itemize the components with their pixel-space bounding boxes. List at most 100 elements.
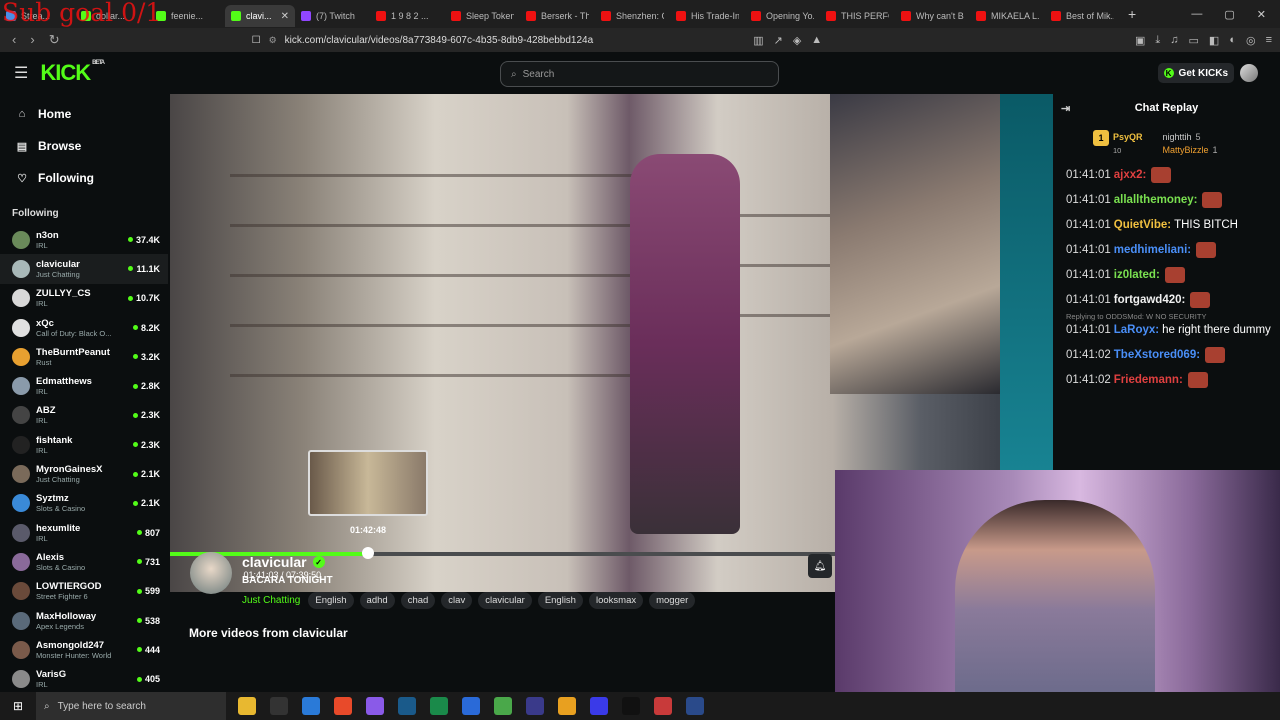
browser-tab[interactable]: Shenzhen: C... — [595, 5, 670, 27]
followed-channel[interactable]: n3on IRL 37.4K — [0, 225, 168, 254]
brave-shield-icon[interactable]: ◈ — [793, 34, 801, 47]
taskbar-search[interactable]: ⌕ Type here to search — [36, 692, 226, 720]
leaderboard-user[interactable]: nighttih — [1163, 132, 1192, 142]
stream-tag[interactable]: English — [537, 592, 583, 609]
windows-start-icon[interactable]: ⊞ — [0, 699, 36, 713]
back-icon[interactable]: ‹ — [12, 32, 16, 48]
category-link[interactable]: Just Chatting — [242, 595, 300, 606]
chat-username[interactable]: ajxx2: — [1114, 169, 1147, 181]
forward-icon[interactable]: › — [30, 32, 34, 48]
wallet-icon[interactable]: ◐ — [1229, 34, 1236, 47]
download-icon[interactable]: ⤓ — [1155, 34, 1160, 47]
stream-tag[interactable]: clavicular — [478, 592, 532, 609]
chat-username[interactable]: medhimeliani: — [1114, 244, 1191, 256]
browser-tab[interactable]: Sleep Token — [445, 5, 520, 27]
chat-username[interactable]: fortgawd420: — [1114, 294, 1186, 306]
followed-channel[interactable]: LOWTIERGOD Street Fighter 6 599 — [0, 577, 168, 606]
channel-name[interactable]: clavicular — [242, 554, 307, 570]
kick-logo[interactable]: KICK BETA — [40, 60, 105, 86]
chat-username[interactable]: iz0lated: — [1114, 269, 1160, 281]
close-window-icon[interactable]: ✕ — [1257, 8, 1266, 21]
followed-channel[interactable]: hexumlite IRL 807 — [0, 518, 168, 547]
collapse-chat-icon[interactable]: ⇥ — [1061, 102, 1070, 115]
user-avatar[interactable] — [1240, 64, 1258, 82]
browser-tab[interactable]: 1 9 8 2 ... — [370, 5, 445, 27]
nav-home[interactable]: ⌂ Home — [0, 98, 168, 130]
close-tab-icon[interactable]: ✕ — [281, 11, 289, 22]
minimize-icon[interactable]: — — [1191, 8, 1202, 21]
stream-tag[interactable]: looksmax — [588, 592, 644, 609]
followed-channel[interactable]: xQc Call of Duty: Black O... 8.2K — [0, 313, 168, 342]
search-input[interactable]: ⌕ Search — [500, 61, 779, 87]
brave-icon[interactable] — [334, 697, 352, 715]
reader-icon[interactable]: ▥ — [753, 34, 763, 47]
browser-tab[interactable]: THIS PERFO... — [820, 5, 895, 27]
share-icon[interactable]: ↗ — [774, 34, 783, 47]
browser-tab[interactable]: Berserk - Th... — [520, 5, 595, 27]
sidebar-toggle-icon[interactable]: ▣ — [1135, 34, 1145, 47]
file-explorer-icon[interactable] — [238, 697, 256, 715]
followed-channel[interactable]: Alexis Slots & Casino 731 — [0, 547, 168, 576]
browser-tab[interactable]: Why can't B... — [895, 5, 970, 27]
browser-tab[interactable]: clavi... ✕ — [225, 5, 295, 27]
site-info-icon[interactable]: ⚙ — [269, 35, 277, 46]
steam-icon[interactable] — [398, 697, 416, 715]
followed-channel[interactable]: MyronGainesX Just Chatting 2.1K — [0, 459, 168, 488]
league-icon[interactable] — [686, 697, 704, 715]
reload-icon[interactable]: ↻ — [49, 32, 60, 48]
notification-bell-icon[interactable]: 🔔︎ — [808, 554, 832, 578]
new-tab-icon[interactable]: + — [1120, 6, 1144, 22]
vpn-icon[interactable]: ◎ — [1246, 34, 1256, 47]
stream-tag[interactable]: English — [308, 592, 354, 609]
followed-channel[interactable]: Asmongold247 Monster Hunter: World 444 — [0, 635, 168, 664]
rewards-icon[interactable]: ▲ — [811, 34, 822, 47]
followed-channel[interactable]: ABZ IRL 2.3K — [0, 401, 168, 430]
leaderboard-user[interactable]: PsyQR — [1113, 132, 1143, 142]
menu-icon[interactable]: ≡ — [1266, 34, 1272, 47]
edge-icon[interactable] — [302, 697, 320, 715]
browser-tab[interactable]: His Trade-In... — [670, 5, 745, 27]
shield-app-icon[interactable] — [526, 697, 544, 715]
get-kicks-button[interactable]: K Get KICKs — [1157, 63, 1234, 83]
xbox-icon[interactable] — [494, 697, 512, 715]
followed-channel[interactable]: MaxHolloway Apex Legends 538 — [0, 606, 168, 635]
browser-tab[interactable]: dollar... — [75, 5, 150, 27]
tiktok-icon[interactable] — [622, 697, 640, 715]
followed-channel[interactable]: Edmatthews IRL 2.8K — [0, 371, 168, 400]
nav-following[interactable]: ♡ Following — [0, 162, 168, 194]
channel-avatar[interactable] — [190, 552, 232, 594]
browser-tab[interactable]: Strea... — [0, 5, 75, 27]
nav-browse[interactable]: ▤ Browse — [0, 130, 168, 162]
followed-channel[interactable]: fishtank IRL 2.3K — [0, 430, 168, 459]
bookmarks-icon[interactable]: ▭ — [1189, 34, 1199, 47]
chat-username[interactable]: QuietVibe: — [1114, 219, 1171, 231]
chat-username[interactable]: allallthemoney: — [1114, 194, 1198, 206]
browser-tab[interactable]: Opening Yo... — [745, 5, 820, 27]
app-icon[interactable] — [590, 697, 608, 715]
discord-icon[interactable] — [366, 697, 384, 715]
url-input[interactable]: kick.com/clavicular/videos/8a773849-607c… — [285, 35, 594, 46]
epic-games-icon[interactable] — [270, 697, 288, 715]
browser-tab[interactable]: (7) Twitch — [295, 5, 370, 27]
app-icon[interactable] — [462, 697, 480, 715]
hamburger-icon[interactable]: ☰ — [14, 63, 28, 83]
followed-channel[interactable]: ZULLYY_CS IRL 10.7K — [0, 284, 168, 313]
app-icon[interactable] — [654, 697, 672, 715]
seek-knob[interactable] — [362, 547, 375, 559]
followed-channel[interactable]: clavicular Just Chatting 11.1K — [0, 254, 168, 284]
stream-tag[interactable]: chad — [400, 592, 436, 609]
browser-tab[interactable]: Best of Mik... — [1045, 5, 1120, 27]
chat-username[interactable]: LaRoyx: — [1114, 324, 1159, 336]
stream-tag[interactable]: clav — [441, 592, 473, 609]
followed-channel[interactable]: Syztmz Slots & Casino 2.1K — [0, 489, 168, 518]
browser-tab[interactable]: MIKAELA L... — [970, 5, 1045, 27]
excel-icon[interactable] — [430, 697, 448, 715]
followed-channel[interactable]: TheBurntPeanut Rust 3.2K — [0, 342, 168, 371]
maximize-icon[interactable]: ▢ — [1224, 8, 1234, 21]
media-icon[interactable]: ♫ — [1170, 34, 1178, 47]
leaderboard-user[interactable]: MattyBizzle — [1163, 145, 1209, 155]
app-icon[interactable] — [558, 697, 576, 715]
followed-channel[interactable]: VarisG IRL 405 — [0, 664, 168, 693]
browser-tab[interactable]: feenie... — [150, 5, 225, 27]
stream-tag[interactable]: adhd — [359, 592, 395, 609]
